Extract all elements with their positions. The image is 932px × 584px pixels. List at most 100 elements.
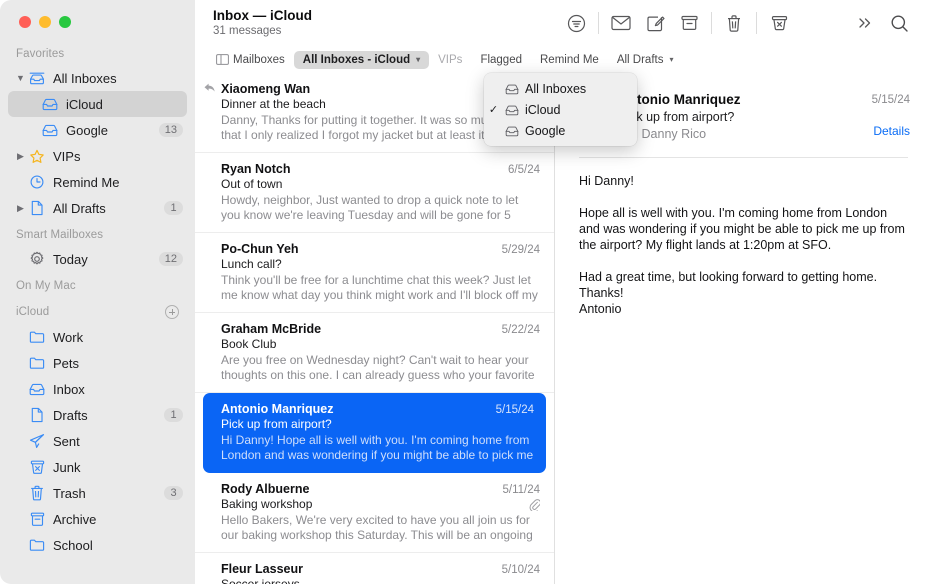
message-list-item[interactable]: Antonio Manriquez5/15/24Pick up from air… — [203, 393, 546, 473]
inbox-stack-icon — [27, 71, 47, 85]
favbar-item-all-drafts[interactable]: All Drafts▾ — [608, 51, 683, 69]
sidebar-item-label: Pets — [53, 356, 187, 371]
details-link[interactable]: Details — [872, 124, 910, 138]
chevron-down-icon[interactable]: ▾ — [669, 55, 673, 64]
favbar-item-label: VIPs — [438, 54, 462, 66]
more-icon[interactable] — [848, 8, 882, 38]
message-body: Hi Danny! Hope all is well with you. I'm… — [577, 158, 910, 317]
message-subject: Lunch call? — [221, 257, 540, 271]
mailbox-title-block: Inbox — iCloud 31 messages — [213, 8, 559, 39]
message-list[interactable]: Xiaomeng Wan6/7/24Dinner at the beachDan… — [195, 73, 555, 584]
sidebar-item-label: Work — [53, 330, 187, 345]
sidebar-item-pets[interactable]: ▶Pets — [8, 350, 187, 376]
sidebar-item-label: Google — [66, 123, 159, 138]
message-date: 5/22/24 — [502, 324, 540, 336]
toolbar-divider-2 — [711, 12, 712, 34]
folder-icon — [27, 330, 47, 344]
message-subject-line: Lunch call? — [221, 257, 540, 271]
favbar-item-all-inboxes-icloud[interactable]: All Inboxes - iCloud ▾ — [294, 51, 429, 69]
message-subject: Pick up from airport? — [619, 109, 860, 126]
junk-icon — [27, 459, 47, 475]
unread-badge: 3 — [164, 486, 183, 500]
dropdown-item-all-inboxes[interactable]: All Inboxes — [484, 78, 637, 99]
filter-icon[interactable] — [559, 8, 593, 38]
maximize-window-button[interactable] — [59, 16, 71, 28]
sidebar-section-header: Smart Mailboxes — [0, 221, 195, 246]
message-top-line: Po-Chun Yeh5/29/24 — [221, 242, 540, 256]
to-value: Danny Rico — [642, 127, 707, 141]
chevron-down-icon[interactable]: ▾ — [416, 55, 420, 64]
favbar-item-mailboxes[interactable]: Mailboxes — [207, 51, 294, 69]
unread-badge: 1 — [164, 408, 183, 422]
sidebar-section-label: On My Mac — [16, 280, 76, 292]
message-header-right: 5/15/24 Details — [872, 91, 910, 143]
chevron-down-icon[interactable]: ▼ — [14, 73, 27, 83]
favbar-item-vips[interactable]: VIPs — [429, 51, 471, 69]
favbar-item-label: Mailboxes — [233, 54, 285, 66]
sidebar-item-label: VIPs — [53, 149, 187, 164]
message-subject: Out of town — [221, 177, 540, 191]
trash-icon[interactable] — [717, 8, 751, 38]
sidebar-item-google[interactable]: ▶ Google13 — [8, 117, 187, 143]
message-date: 5/15/24 — [872, 91, 910, 109]
chevron-right-icon[interactable]: ▶ — [14, 203, 27, 214]
mark-unread-icon[interactable] — [604, 8, 638, 38]
search-icon[interactable] — [882, 8, 916, 38]
message-sender: Graham McBride — [221, 322, 496, 336]
archive-icon[interactable] — [672, 8, 706, 38]
sidebar-item-remind-me[interactable]: ▶Remind Me — [8, 169, 187, 195]
unread-badge: 1 — [164, 201, 183, 215]
sidebar: Favorites▼ All Inboxes▶ iCloud▶ Google13… — [0, 0, 195, 584]
sidebar-item-inbox[interactable]: ▶ Inbox — [8, 376, 187, 402]
sidebar-item-work[interactable]: ▶Work — [8, 324, 187, 350]
dropdown-item-icloud[interactable]: ✓iCloud — [484, 99, 637, 120]
trash-icon — [27, 485, 47, 501]
favbar-item-label: All Inboxes - iCloud — [303, 54, 410, 66]
message-subject-line: Pick up from airport? — [221, 417, 534, 431]
sidebar-item-junk[interactable]: ▶Junk — [8, 454, 187, 480]
main-area: Inbox — iCloud 31 messages — [195, 0, 932, 584]
favbar-item-remind-me[interactable]: Remind Me — [531, 51, 608, 69]
chevron-right-icon[interactable]: ▶ — [14, 151, 27, 162]
sidebar-item-sent[interactable]: ▶Sent — [8, 428, 187, 454]
sidebar-item-all-inboxes[interactable]: ▼ All Inboxes — [8, 65, 187, 91]
favbar-item-label: Remind Me — [540, 54, 599, 66]
sidebar-section-header: Favorites — [0, 40, 195, 65]
message-list-item[interactable]: Graham McBride5/22/24Book ClubAre you fr… — [195, 313, 554, 393]
sidebar-item-archive[interactable]: ▶Archive — [8, 506, 187, 532]
sidebar-section-label: iCloud — [16, 306, 49, 318]
sidebar-item-label: Junk — [53, 460, 187, 475]
message-list-item[interactable]: Rody Albuerne5/11/24Baking workshopHello… — [195, 473, 554, 553]
compose-icon[interactable] — [638, 8, 672, 38]
sidebar-item-vips[interactable]: ▶ VIPs — [8, 143, 187, 169]
sidebar-item-today[interactable]: ▶Today12 — [8, 246, 187, 272]
message-top-line: Rody Albuerne5/11/24 — [221, 482, 540, 496]
message-list-item[interactable]: Fleur Lasseur5/10/24Soccer jerseysAre yo… — [195, 553, 554, 584]
sidebar-item-school[interactable]: ▶School — [8, 532, 187, 558]
message-list-item[interactable]: Po-Chun Yeh5/29/24Lunch call?Think you'l… — [195, 233, 554, 313]
message-date: 5/15/24 — [496, 404, 534, 416]
inbox-icon — [40, 97, 60, 111]
message-top-line: Graham McBride 5/22/24 — [221, 322, 540, 336]
message-list-item[interactable]: Ryan Notch6/5/24Out of townHowdy, neighb… — [195, 153, 554, 233]
inbox-filter-dropdown-menu[interactable]: All Inboxes✓iCloudGoogle — [484, 73, 637, 146]
inbox-icon — [503, 83, 521, 95]
sidebar-item-icloud[interactable]: ▶ iCloud — [8, 91, 187, 117]
sidebar-icon — [216, 54, 229, 65]
sidebar-item-trash[interactable]: ▶Trash3 — [8, 480, 187, 506]
close-window-button[interactable] — [19, 16, 31, 28]
add-mailbox-icon[interactable] — [165, 305, 179, 319]
minimize-window-button[interactable] — [39, 16, 51, 28]
sidebar-item-all-drafts[interactable]: ▶All Drafts1 — [8, 195, 187, 221]
message-sender: Po-Chun Yeh — [221, 242, 496, 256]
dropdown-item-google[interactable]: Google — [484, 120, 637, 141]
checkmark-icon: ✓ — [484, 103, 503, 116]
message-subject-line: Out of town — [221, 177, 540, 191]
sidebar-item-label: Sent — [53, 434, 187, 449]
message-top-line: Ryan Notch6/5/24 — [221, 162, 540, 176]
junk-icon[interactable] — [762, 8, 796, 38]
message-header-text: Antonio Manriquez Pick up from airport? … — [619, 91, 860, 143]
favbar-item-flagged[interactable]: Flagged — [471, 51, 531, 69]
sidebar-item-drafts[interactable]: ▶Drafts1 — [8, 402, 187, 428]
inbox-icon — [503, 125, 521, 137]
